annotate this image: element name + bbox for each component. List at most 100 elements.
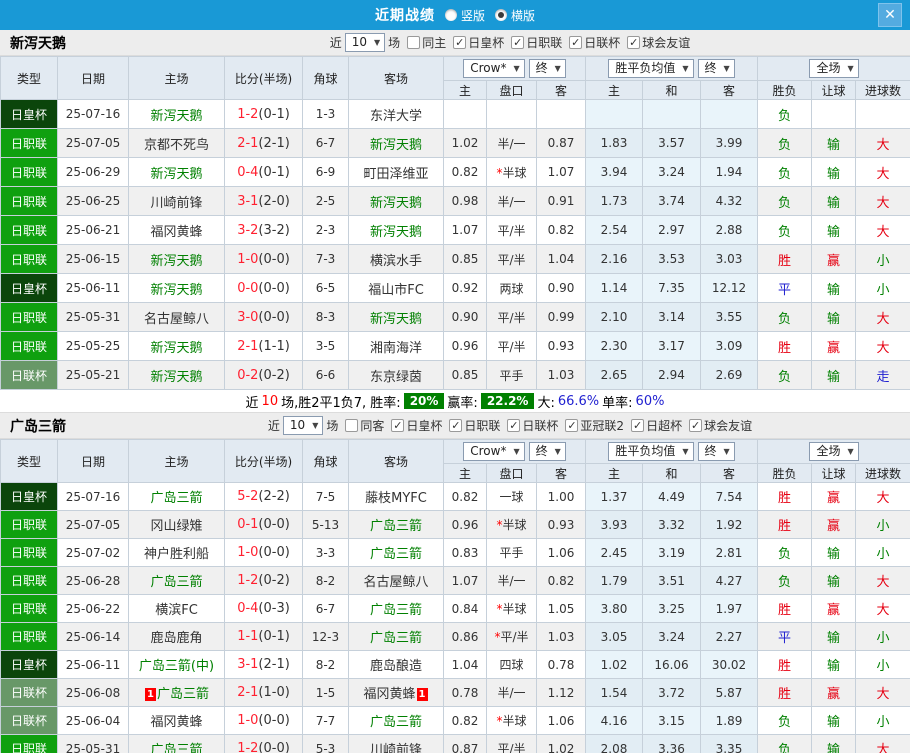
odds-source-select[interactable]: Crow* ▼ <box>463 442 525 461</box>
league-filter-checkbox[interactable]: ✓ 日职联 <box>449 417 500 434</box>
handicap-rate-badge: 22.2% <box>480 393 535 409</box>
halftime-score: (0-0) <box>258 741 290 753</box>
match-score: 5-2(2-2) <box>224 482 303 511</box>
match-type-badge: 日皇杯 <box>0 482 58 511</box>
match-score: 1-2(0-1) <box>224 99 303 129</box>
mean-time-select[interactable]: 终 ▼ <box>697 442 735 461</box>
match-date: 25-07-16 <box>57 99 129 129</box>
mean-odds-select[interactable]: 胜平负均值 ▼ <box>608 59 694 78</box>
result-goals: 小 <box>855 650 910 679</box>
halftime-score: (2-1) <box>258 657 290 672</box>
halftime-score: (0-0) <box>258 280 290 296</box>
result-handicap: 赢 <box>811 331 857 361</box>
match-scope-select[interactable]: 全场 ▼ <box>809 59 859 78</box>
mean-header-group: 胜平负均值 ▼ 终 ▼ <box>585 56 759 81</box>
league-filter-checkbox[interactable]: ✓ 日联杯 <box>569 34 620 51</box>
home-team-name: 鹿岛鹿角 <box>150 631 203 646</box>
mean-away-cell: 3.35 <box>700 734 759 753</box>
mean-draw-cell: 3.32 <box>642 510 702 539</box>
away-team-name: 名古屋鲸八 <box>363 575 429 590</box>
halftime-score: (0-1) <box>258 164 290 180</box>
mean-home-cell: 1.73 <box>585 186 644 216</box>
handicap-value: 半球 <box>502 602 527 616</box>
mean-away-cell: 2.81 <box>700 538 759 567</box>
league-filter-checkbox[interactable]: ✓ 球会友谊 <box>689 417 752 434</box>
league-filter-checkbox[interactable]: ✓ 日超杯 <box>631 417 682 434</box>
result-wdl: 胜 <box>757 482 813 511</box>
handicap-cell: 四球 <box>486 650 537 679</box>
fulltime-score: 1-2 <box>237 741 259 753</box>
layout-radio-horizontal[interactable]: 横版 <box>495 7 535 24</box>
close-button[interactable]: ✕ <box>878 3 902 27</box>
odds-time-select[interactable]: 终 ▼ <box>528 442 566 461</box>
odds-home-cell: 0.83 <box>443 538 487 567</box>
mean-away-cell: 1.94 <box>700 157 759 187</box>
league-filter-checkbox[interactable]: ✓ 日联杯 <box>507 417 558 434</box>
odds-source-select-value: Crow* <box>470 444 507 458</box>
matches-count-select[interactable]: 10 ▼ <box>282 416 324 435</box>
match-score: 1-2(0-2) <box>224 566 303 595</box>
odds-source-select[interactable]: Crow* ▼ <box>463 59 525 78</box>
mean-odds-select[interactable]: 胜平负均值 ▼ <box>608 442 694 461</box>
same-venue-checkbox[interactable]: 同主 <box>407 34 446 51</box>
result-handicap: 输 <box>811 622 857 651</box>
match-scope-select[interactable]: 全场 ▼ <box>809 442 859 461</box>
match-score: 1-0(0-0) <box>224 706 303 735</box>
handicap-cell: 半/一 <box>486 128 537 158</box>
odds-away-cell: 1.02 <box>535 734 587 753</box>
home-team-name: 新泻天鹅 <box>150 253 203 269</box>
radio-selected-icon <box>495 9 507 21</box>
halftime-score: (0-1) <box>258 629 290 644</box>
home-team-name: 神户胜利船 <box>143 547 209 562</box>
league-filter-checkbox-label: 球会友谊 <box>704 419 753 433</box>
mean-home-cell: 2.45 <box>585 538 644 567</box>
result-goals: 小 <box>855 273 910 303</box>
match-date: 25-06-11 <box>57 273 129 303</box>
checkbox-checked-icon: ✓ <box>507 419 521 432</box>
handicap-value: 平/半 <box>497 252 526 267</box>
mean-away-cell: 1.89 <box>700 706 759 735</box>
table-row: 日皇杯 25-07-16 新泻天鹅 1-2(0-1) 1-3 东洋大学负 <box>0 99 910 129</box>
home-team: 川崎前锋 <box>128 186 225 216</box>
mean-draw-cell: 3.17 <box>642 331 702 361</box>
col-header-mean-away: 客 <box>700 80 759 100</box>
mean-away-cell: 5.87 <box>700 678 759 707</box>
odds-away-cell: 1.04 <box>535 244 587 274</box>
mean-home-cell: 1.02 <box>585 650 644 679</box>
summary-prefix: 近 <box>245 395 259 411</box>
match-type-badge: 日皇杯 <box>0 273 58 303</box>
match-type-badge: 日职联 <box>0 538 58 567</box>
away-team-name: 广岛三箭 <box>369 603 422 618</box>
league-filter-checkbox[interactable]: ✓ 日皇杯 <box>453 34 504 51</box>
same-venue-checkbox-label: 同客 <box>360 419 385 433</box>
match-score: 3-1(2-1) <box>224 650 303 679</box>
close-icon: ✕ <box>884 7 896 23</box>
table-row: 日职联 25-06-14 鹿岛鹿角 1-1(0-1) 12-3 广岛三箭 0.86 *平/半 1… <box>0 622 910 651</box>
home-team: 广岛三箭 <box>128 734 225 753</box>
league-filter-checkbox[interactable]: ✓ 球会友谊 <box>627 34 690 51</box>
match-type-badge: 日职联 <box>0 128 58 158</box>
result-wdl: 负 <box>757 157 813 187</box>
col-header-home: 主场 <box>128 439 225 483</box>
odds-away-cell: 0.87 <box>535 128 587 158</box>
same-venue-checkbox[interactable]: 同客 <box>345 417 384 434</box>
fulltime-score: 0-2 <box>237 367 259 383</box>
league-filter-checkbox[interactable]: ✓ 亚冠联2 <box>565 417 624 434</box>
filter-controls: 近 10 ▼ 场同主 ✓ 日皇杯 ✓ 日职联 ✓ 日联杯 ✓ 球会友谊 <box>330 33 690 52</box>
home-team-name: 川崎前锋 <box>150 195 203 211</box>
result-wdl: 胜 <box>757 244 813 274</box>
layout-radio-vertical[interactable]: 竖版 <box>444 7 485 24</box>
league-filter-checkbox[interactable]: ✓ 日皇杯 <box>391 417 442 434</box>
odds-time-select[interactable]: 终 ▼ <box>528 59 566 78</box>
odds-away-cell: 0.78 <box>535 650 587 679</box>
mean-time-select[interactable]: 终 ▼ <box>697 59 735 78</box>
away-team-name: 广岛三箭 <box>369 547 422 562</box>
corners: 7-3 <box>302 244 349 274</box>
match-date: 25-06-22 <box>57 594 129 623</box>
result-handicap: 输 <box>811 734 857 753</box>
home-team: 新泻天鹅 <box>128 99 225 129</box>
match-score: 0-4(0-1) <box>224 157 303 187</box>
matches-count-select[interactable]: 10 ▼ <box>344 33 386 52</box>
league-filter-checkbox[interactable]: ✓ 日职联 <box>511 34 562 51</box>
handicap-value: 半球 <box>502 165 527 180</box>
